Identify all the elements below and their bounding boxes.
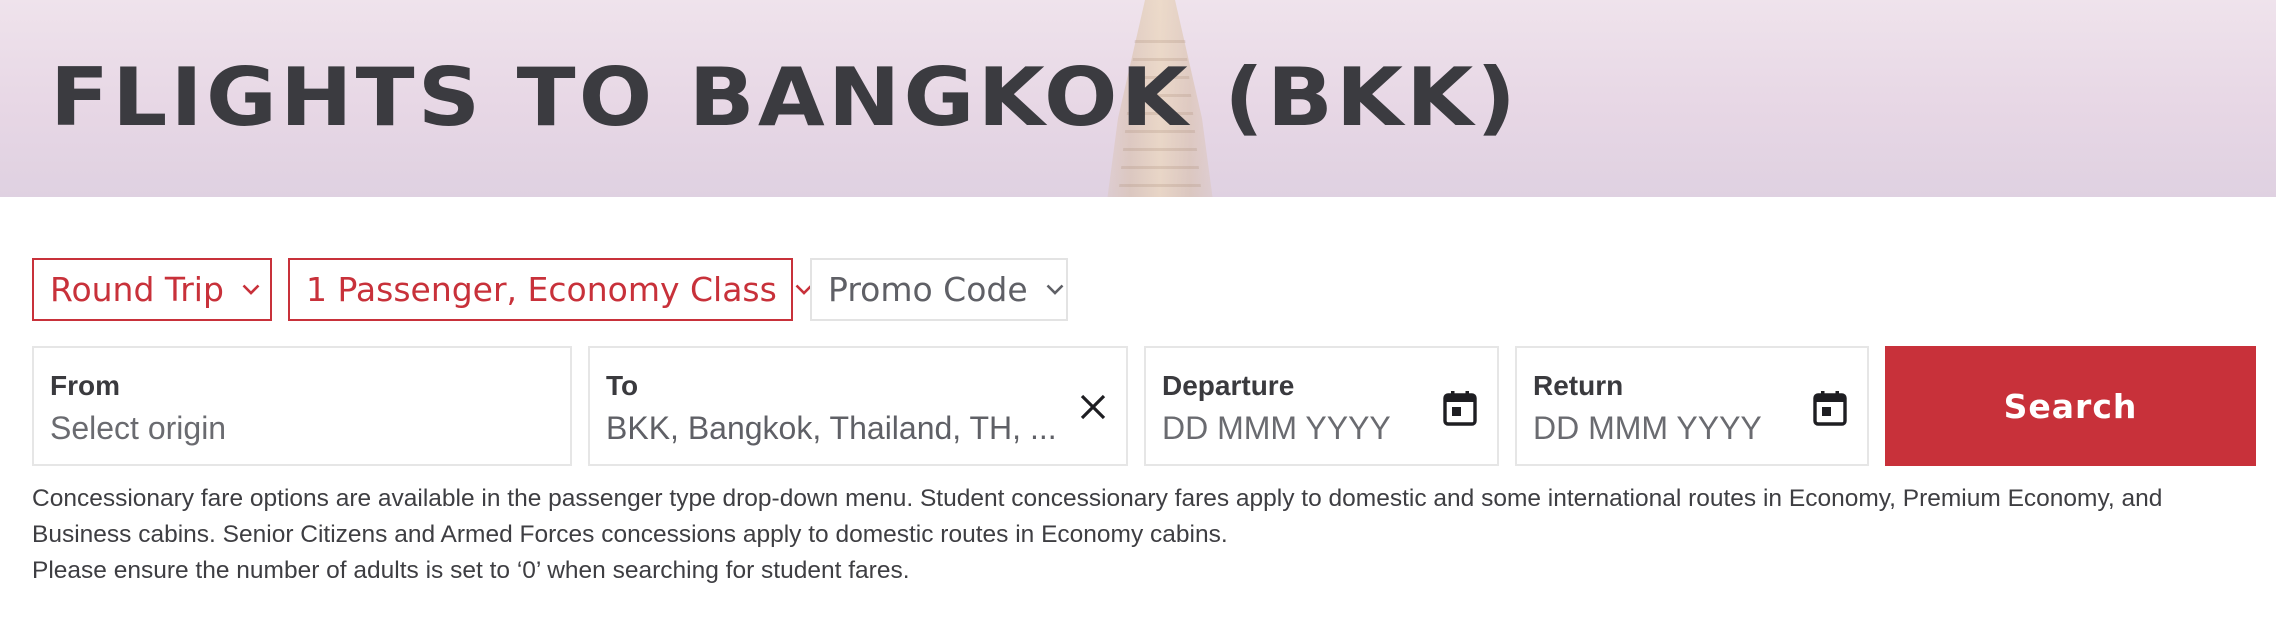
page-title: FLIGHTS TO BANGKOK (BKK) <box>50 51 1520 144</box>
departure-field[interactable]: Departure DD MMM YYYY <box>1144 346 1499 466</box>
concession-note-line-3: Please ensure the number of adults is se… <box>32 557 910 584</box>
to-field[interactable]: To BKK, Bangkok, Thailand, TH, ... <box>588 346 1128 466</box>
calendar-icon[interactable] <box>1443 390 1477 426</box>
from-input[interactable]: Select origin <box>50 410 226 447</box>
trip-type-dropdown[interactable]: Round Trip <box>32 258 272 321</box>
passenger-class-dropdown[interactable]: 1 Passenger, Economy Class <box>288 258 813 321</box>
return-input[interactable]: DD MMM YYYY <box>1533 410 1762 447</box>
trip-type-label: Round Trip <box>50 270 224 309</box>
search-button[interactable]: Search <box>1885 346 2256 466</box>
hero-banner: FLIGHTS TO BANGKOK (BKK) <box>0 0 2276 197</box>
passenger-class-label: 1 Passenger, Economy Class <box>306 270 777 309</box>
promo-code-label: Promo Code <box>828 270 1028 309</box>
departure-label: Departure <box>1162 370 1295 401</box>
return-field[interactable]: Return DD MMM YYYY <box>1515 346 1869 466</box>
concession-note-line-2: Business cabins. Senior Citizens and Arm… <box>32 521 1228 548</box>
to-input[interactable]: BKK, Bangkok, Thailand, TH, ... <box>606 410 1057 447</box>
close-icon[interactable] <box>1078 392 1108 422</box>
promo-code-dropdown[interactable]: Promo Code <box>810 258 1068 321</box>
calendar-icon[interactable] <box>1813 390 1847 426</box>
return-label: Return <box>1533 370 1624 401</box>
chevron-down-icon <box>1046 284 1064 295</box>
concession-note-line-1: Concessionary fare options are available… <box>32 485 2163 512</box>
from-field[interactable]: From Select origin <box>32 346 572 466</box>
departure-input[interactable]: DD MMM YYYY <box>1162 410 1391 447</box>
to-label: To <box>606 370 639 401</box>
chevron-down-icon <box>242 284 260 295</box>
from-label: From <box>50 370 120 401</box>
